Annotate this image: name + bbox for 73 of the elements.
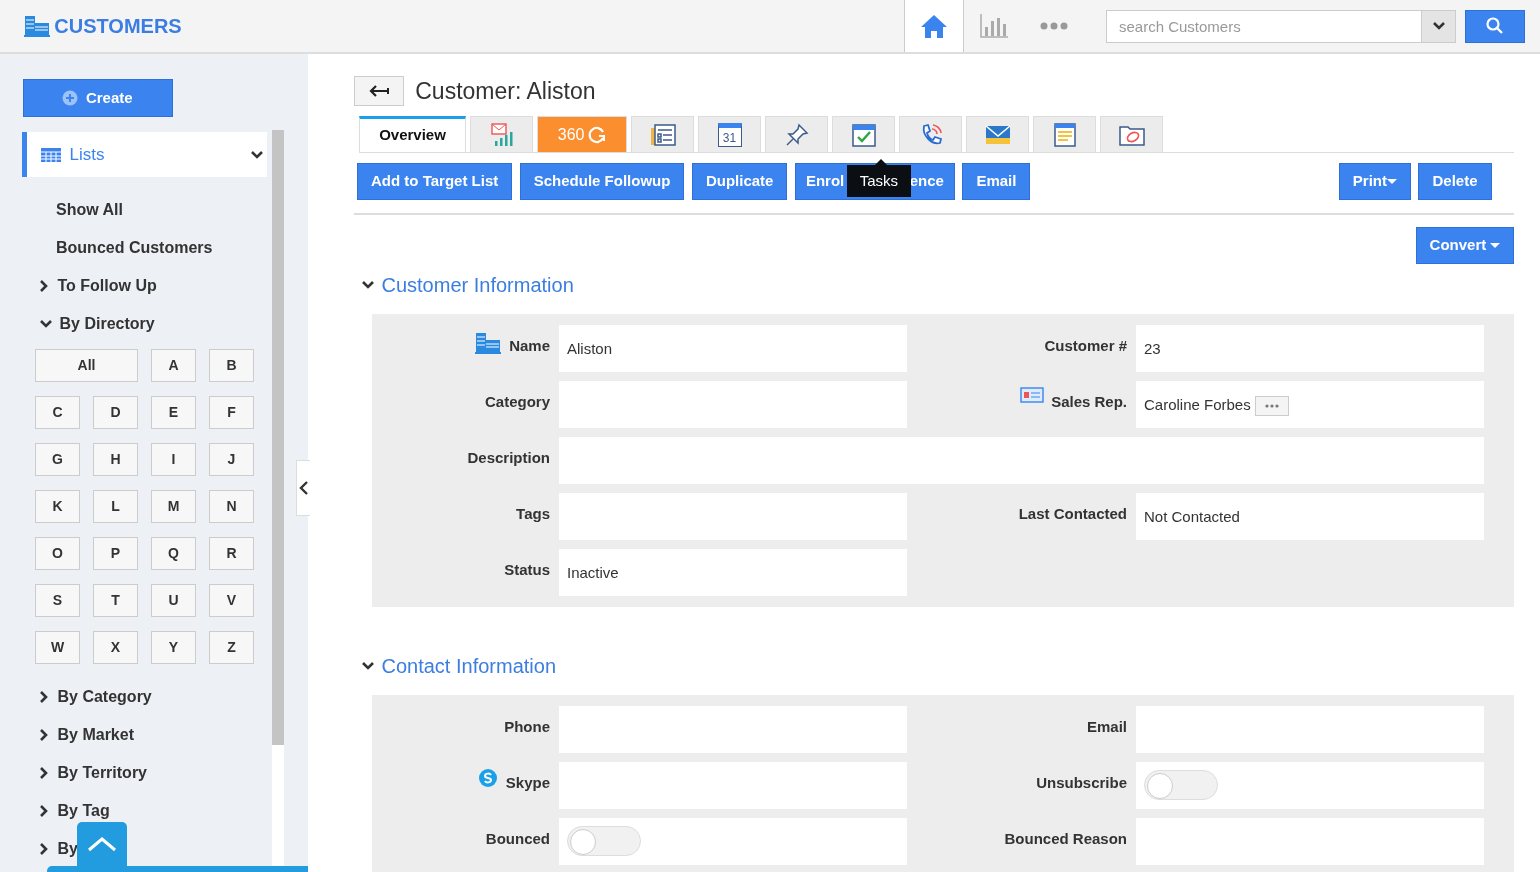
letter-button[interactable]: P (93, 537, 138, 570)
letter-button[interactable]: I (151, 443, 196, 476)
letter-button[interactable]: O (35, 537, 80, 570)
search-field[interactable]: search Customers (1106, 9, 1422, 43)
field-label: Name (509, 336, 550, 356)
page-title: Customer: Aliston (415, 77, 596, 106)
sidebar-item[interactable]: Bounced Customers (56, 236, 213, 260)
sidebar-item[interactable]: By Tag (57, 799, 110, 823)
action-button[interactable]: Delete (1418, 163, 1492, 200)
field-label: Customer # (1044, 336, 1127, 356)
field-label: Skype (505, 773, 550, 793)
sidebar-item[interactable]: By Directory (59, 312, 155, 336)
letter-button[interactable]: H (93, 443, 138, 476)
field-label: Last Contacted (1018, 504, 1127, 524)
sidebar-item[interactable]: By Market (57, 723, 134, 747)
letter-button[interactable]: W (35, 631, 80, 664)
letter-button[interactable]: R (209, 537, 254, 570)
letter-button[interactable]: F (209, 396, 254, 429)
field-label: Description (467, 448, 550, 468)
lists-dropdown[interactable]: Lists (22, 132, 267, 177)
field-label: Bounced Reason (1004, 829, 1127, 849)
letter-button[interactable]: C (35, 396, 80, 429)
letter-button[interactable]: L (93, 490, 138, 523)
action-button[interactable]: Schedule Followup (519, 163, 685, 200)
letter-button[interactable]: G (35, 443, 80, 476)
tooltip: Tasks (846, 165, 911, 197)
field-label: Category (484, 392, 550, 412)
sidebar-item[interactable]: Show All (56, 198, 123, 222)
input-field[interactable]: Caroline Forbes (1136, 381, 1484, 428)
letter-button[interactable]: K (35, 490, 80, 523)
action-button[interactable]: Add to Target List (357, 163, 513, 200)
letter-button[interactable]: U (151, 584, 196, 617)
field-label: Tags (516, 504, 550, 524)
convert-button[interactable]: Convert (1415, 227, 1514, 264)
letter-button[interactable]: Y (151, 631, 196, 664)
sidebar-item[interactable]: By Category (57, 685, 152, 709)
letter-button[interactable]: All (35, 349, 138, 382)
action-button[interactable]: Email (962, 163, 1031, 200)
app-title: CUSTOMERS (54, 14, 182, 39)
action-button[interactable]: Print (1338, 163, 1411, 200)
letter-button[interactable]: A (151, 349, 196, 382)
letter-button[interactable]: M (151, 490, 196, 523)
field-label: Sales Rep. (1051, 392, 1127, 412)
letter-button[interactable]: J (209, 443, 254, 476)
field-label: Unsubscribe (1036, 773, 1127, 793)
sidebar-item[interactable]: By (57, 837, 78, 861)
sidebar-item[interactable]: To Follow Up (57, 274, 157, 298)
tab[interactable]: Overview (359, 116, 466, 152)
input-field[interactable]: Inactive (559, 549, 907, 596)
create-button[interactable]: Create (22, 79, 173, 117)
calendar-icon: 31 (717, 122, 742, 147)
input-field[interactable]: 23 (1136, 325, 1484, 372)
section-title[interactable]: Contact Information (381, 651, 557, 681)
action-button[interactable]: Duplicate (691, 163, 788, 200)
letter-button[interactable]: N (209, 490, 254, 523)
field-label: Email (1086, 717, 1127, 737)
field-label: Bounced (485, 829, 550, 849)
letter-button[interactable]: T (93, 584, 138, 617)
letter-button[interactable]: B (209, 349, 254, 382)
sidebar-item[interactable]: By Territory (57, 761, 147, 785)
letter-button[interactable]: Z (209, 631, 254, 664)
input-field[interactable]: Aliston (559, 325, 907, 372)
letter-button[interactable]: D (93, 396, 138, 429)
letter-button[interactable]: S (35, 584, 80, 617)
section-title[interactable]: Customer Information (381, 270, 574, 300)
letter-button[interactable]: E (151, 396, 196, 429)
field-label: Phone (504, 717, 550, 737)
letter-button[interactable]: V (209, 584, 254, 617)
letter-button[interactable]: Q (151, 537, 196, 570)
input-field[interactable]: Not Contacted (1136, 493, 1484, 540)
tab[interactable]: 31 (698, 116, 761, 152)
field-label: Status (504, 560, 550, 580)
letter-button[interactable]: X (93, 631, 138, 664)
